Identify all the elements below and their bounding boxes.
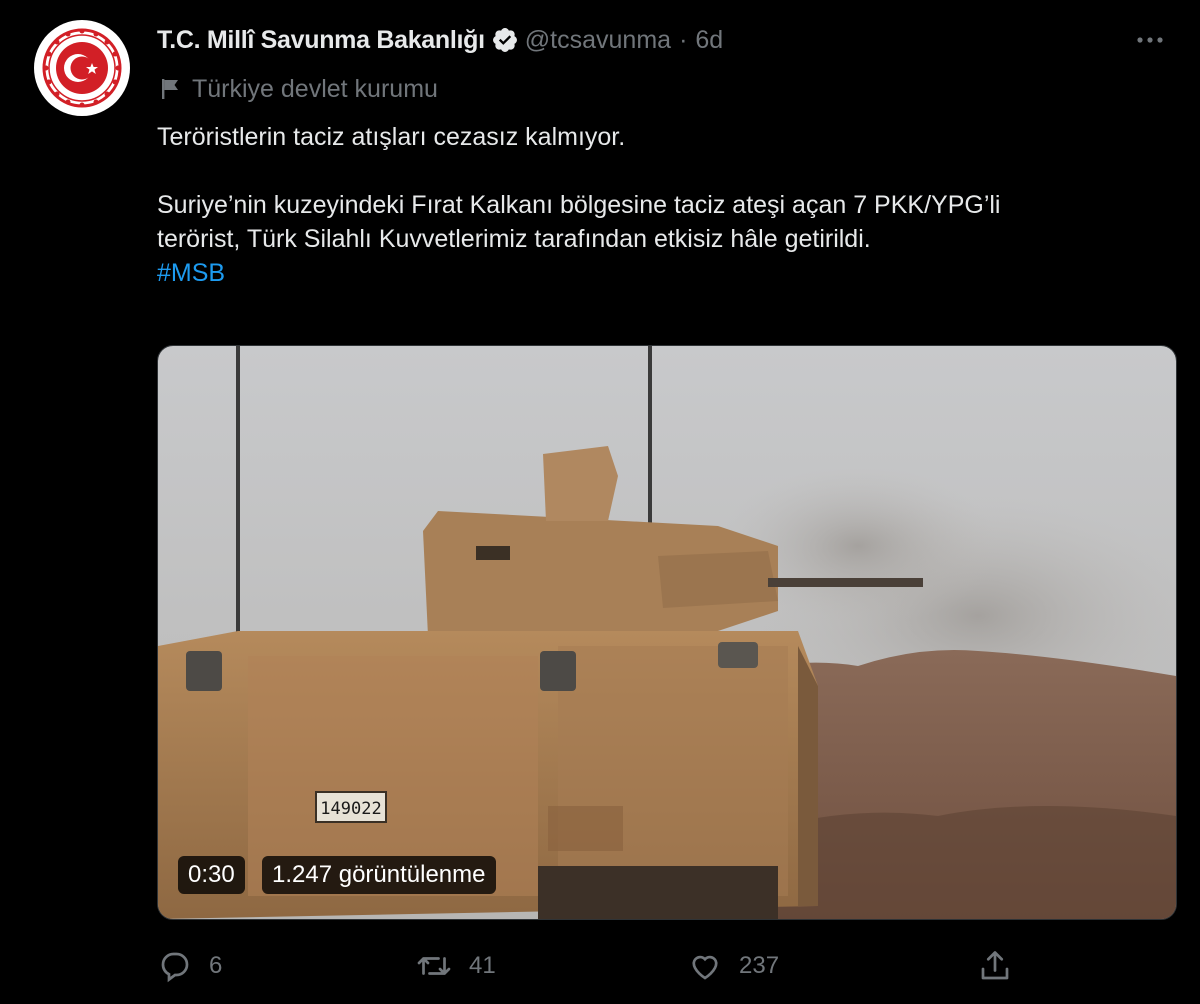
profile-avatar[interactable] — [34, 20, 130, 116]
reply-icon — [161, 952, 189, 983]
affiliation-label: Türkiye devlet kurumu — [160, 72, 438, 106]
tweet-time[interactable]: 6d — [695, 26, 723, 55]
vehicle-plate: 149022 — [320, 799, 381, 819]
video-thumbnail: 149022 — [158, 346, 1176, 919]
like-count: 237 — [739, 952, 780, 979]
share-button[interactable] — [977, 944, 1029, 988]
more-icon — [1137, 37, 1163, 43]
video-duration: 0:30 — [178, 856, 245, 894]
tweet-line: Suriye’nin kuzeyindeki Fırat Kalkanı böl… — [157, 191, 1001, 219]
tweet-text: Teröristlerin taciz atışları cezasız kal… — [157, 120, 1157, 290]
like-button[interactable]: 237 — [687, 944, 779, 988]
tweet-header: T.C. Millî Savunma Bakanlığı @tcsavunma … — [157, 22, 1180, 58]
more-options-button[interactable] — [1134, 22, 1166, 58]
flag-icon — [162, 79, 178, 99]
retweet-icon — [417, 957, 451, 975]
reply-count: 6 — [209, 952, 223, 979]
retweet-count: 41 — [469, 952, 496, 979]
tweet-line: Teröristlerin taciz atışları cezasız kal… — [157, 123, 626, 151]
like-icon — [692, 955, 718, 980]
video-player[interactable]: 149022 — [157, 345, 1177, 920]
author-name[interactable]: T.C. Millî Savunma Bakanlığı — [157, 26, 485, 55]
tweet-actions: 6 41 237 — [157, 944, 1027, 988]
video-views: 1.247 görüntülenme — [262, 856, 496, 894]
affiliation-text: Türkiye devlet kurumu — [192, 74, 438, 103]
author-handle[interactable]: @tcsavunma — [525, 26, 671, 55]
tweet-line: terörist, Türk Silahlı Kuvvetlerimiz tar… — [157, 225, 871, 253]
reply-button[interactable]: 6 — [157, 944, 222, 988]
verified-badge-icon — [492, 28, 517, 52]
share-icon — [981, 951, 1009, 980]
hashtag-link[interactable]: #MSB — [157, 259, 225, 287]
separator-dot: · — [679, 25, 688, 54]
msb-logo — [35, 21, 129, 115]
retweet-button[interactable]: 41 — [415, 944, 496, 988]
